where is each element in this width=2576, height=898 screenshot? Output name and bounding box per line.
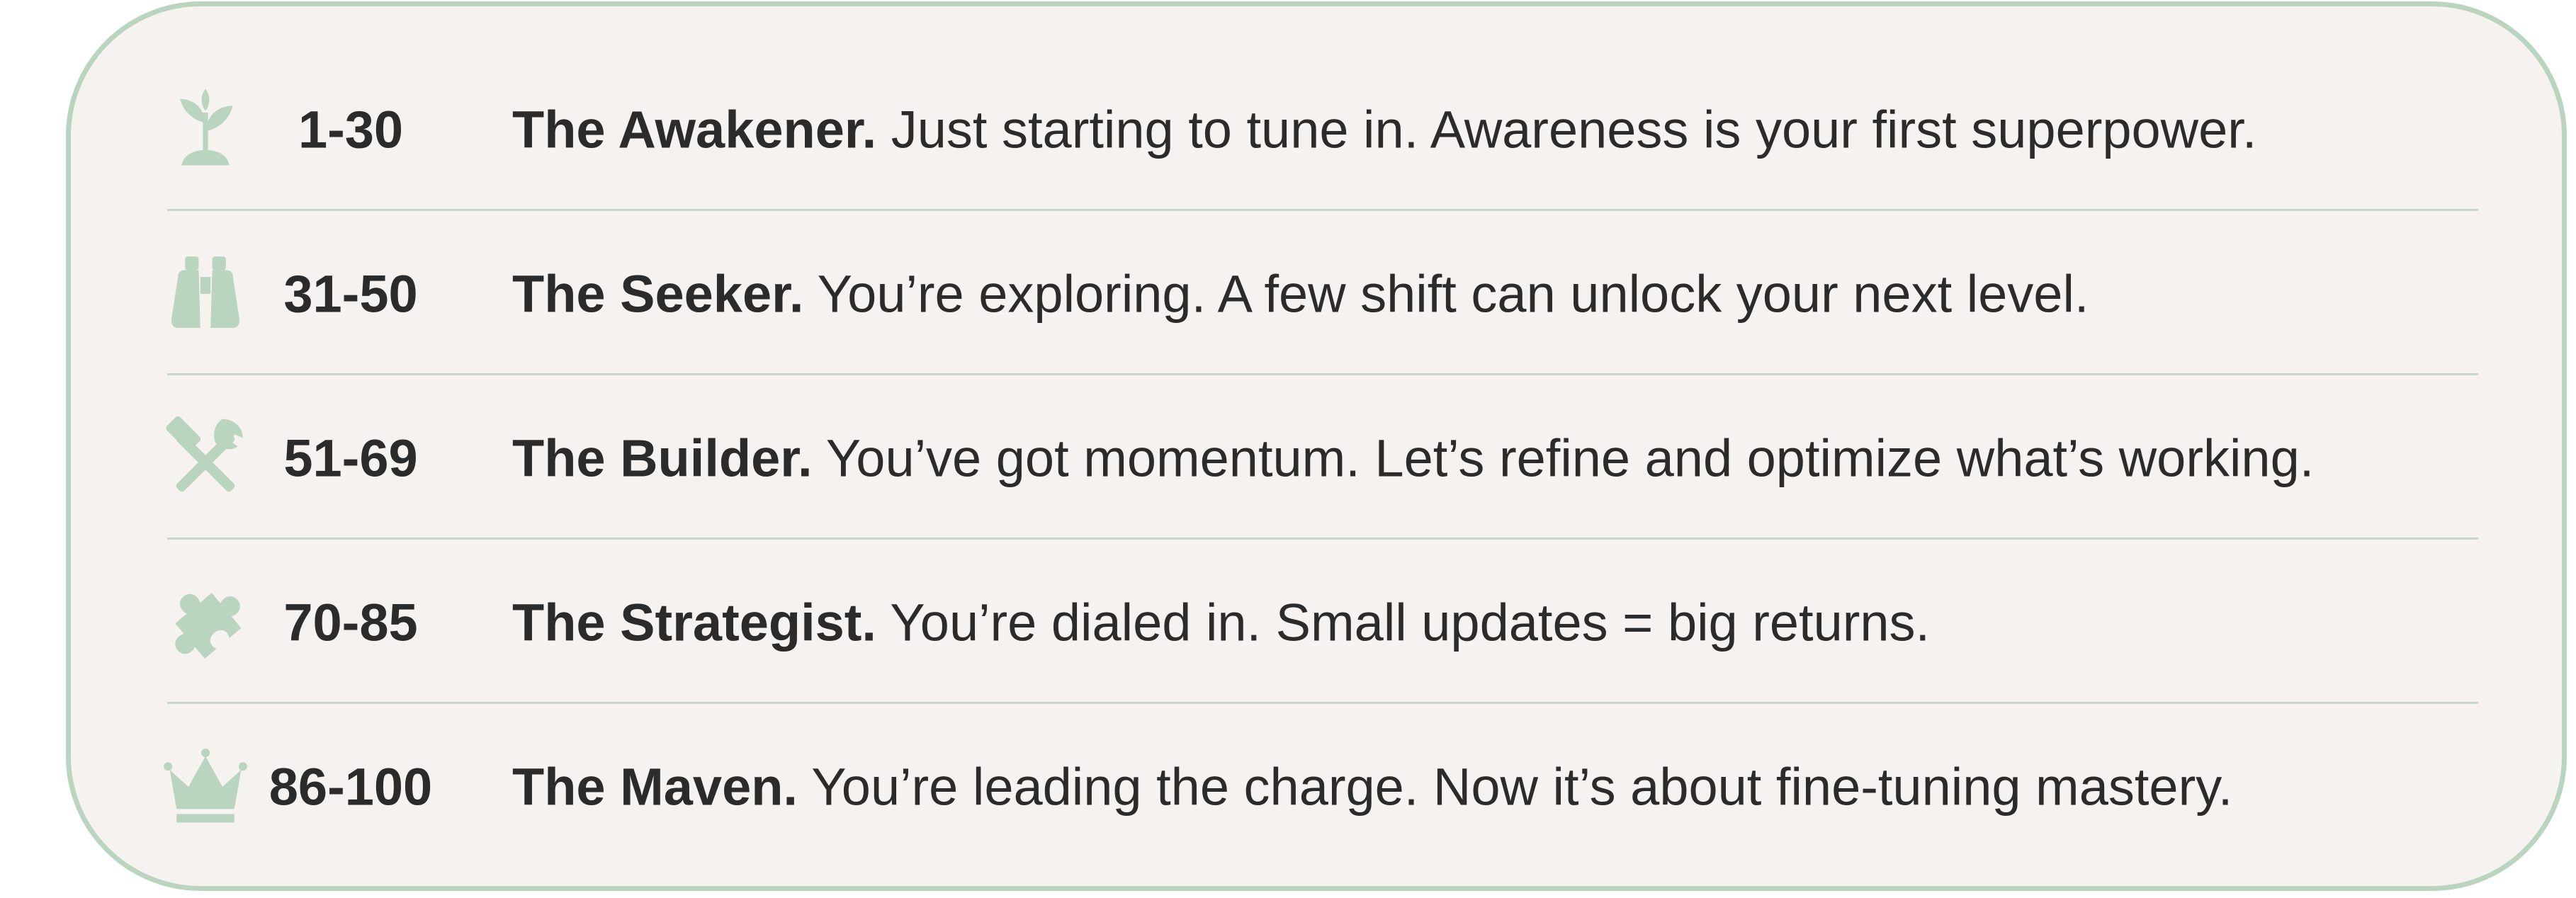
puzzle-piece-icon: [163, 580, 248, 665]
level-detail: You’ve got momentum. Let’s refine and op…: [812, 428, 2315, 488]
sprout-icon: [163, 87, 248, 172]
score-range: 86-100: [269, 757, 433, 817]
level-name: The Seeker.: [512, 264, 804, 324]
level-detail: You’re exploring. A few shift can unlock…: [803, 264, 2089, 324]
level-row-maven: 86-100 The Maven. You’re leading the cha…: [71, 705, 2562, 869]
level-description: The Seeker. You’re exploring. A few shif…: [512, 264, 2089, 324]
level-detail: You’re leading the charge. Now it’s abou…: [798, 757, 2233, 817]
level-name: The Builder.: [512, 428, 813, 488]
level-row-strategist: 70-85 The Strategist. You’re dialed in. …: [71, 540, 2562, 705]
level-description: The Builder. You’ve got momentum. Let’s …: [512, 428, 2314, 489]
level-row-builder: 51-69 The Builder. You’ve got momentum. …: [71, 376, 2562, 540]
row-divider: [167, 373, 2478, 375]
level-description: The Strategist. You’re dialed in. Small …: [512, 593, 1930, 653]
score-levels-card: 1-30 The Awakener. Just starting to tune…: [66, 1, 2567, 891]
level-name: The Awakener.: [512, 100, 877, 159]
level-description: The Awakener. Just starting to tune in. …: [512, 100, 2256, 160]
score-range: 1-30: [298, 100, 404, 159]
score-range: 31-50: [283, 264, 418, 324]
row-divider: [167, 209, 2478, 211]
score-range: 51-69: [283, 428, 418, 488]
level-detail: You’re dialed in. Small updates = big re…: [876, 593, 1931, 652]
level-detail: Just starting to tune in. Awareness is y…: [876, 100, 2257, 159]
level-name: The Maven.: [512, 757, 798, 817]
level-name: The Strategist.: [512, 593, 876, 652]
crown-icon: [163, 744, 248, 829]
level-description: The Maven. You’re leading the charge. No…: [512, 757, 2232, 817]
binoculars-icon: [163, 251, 248, 336]
row-divider: [167, 702, 2478, 704]
level-row-awakener: 1-30 The Awakener. Just starting to tune…: [71, 47, 2562, 212]
hammer-wrench-icon: [163, 416, 248, 501]
row-divider: [167, 538, 2478, 540]
score-range: 70-85: [283, 593, 418, 652]
level-row-seeker: 31-50 The Seeker. You’re exploring. A fe…: [71, 212, 2562, 376]
